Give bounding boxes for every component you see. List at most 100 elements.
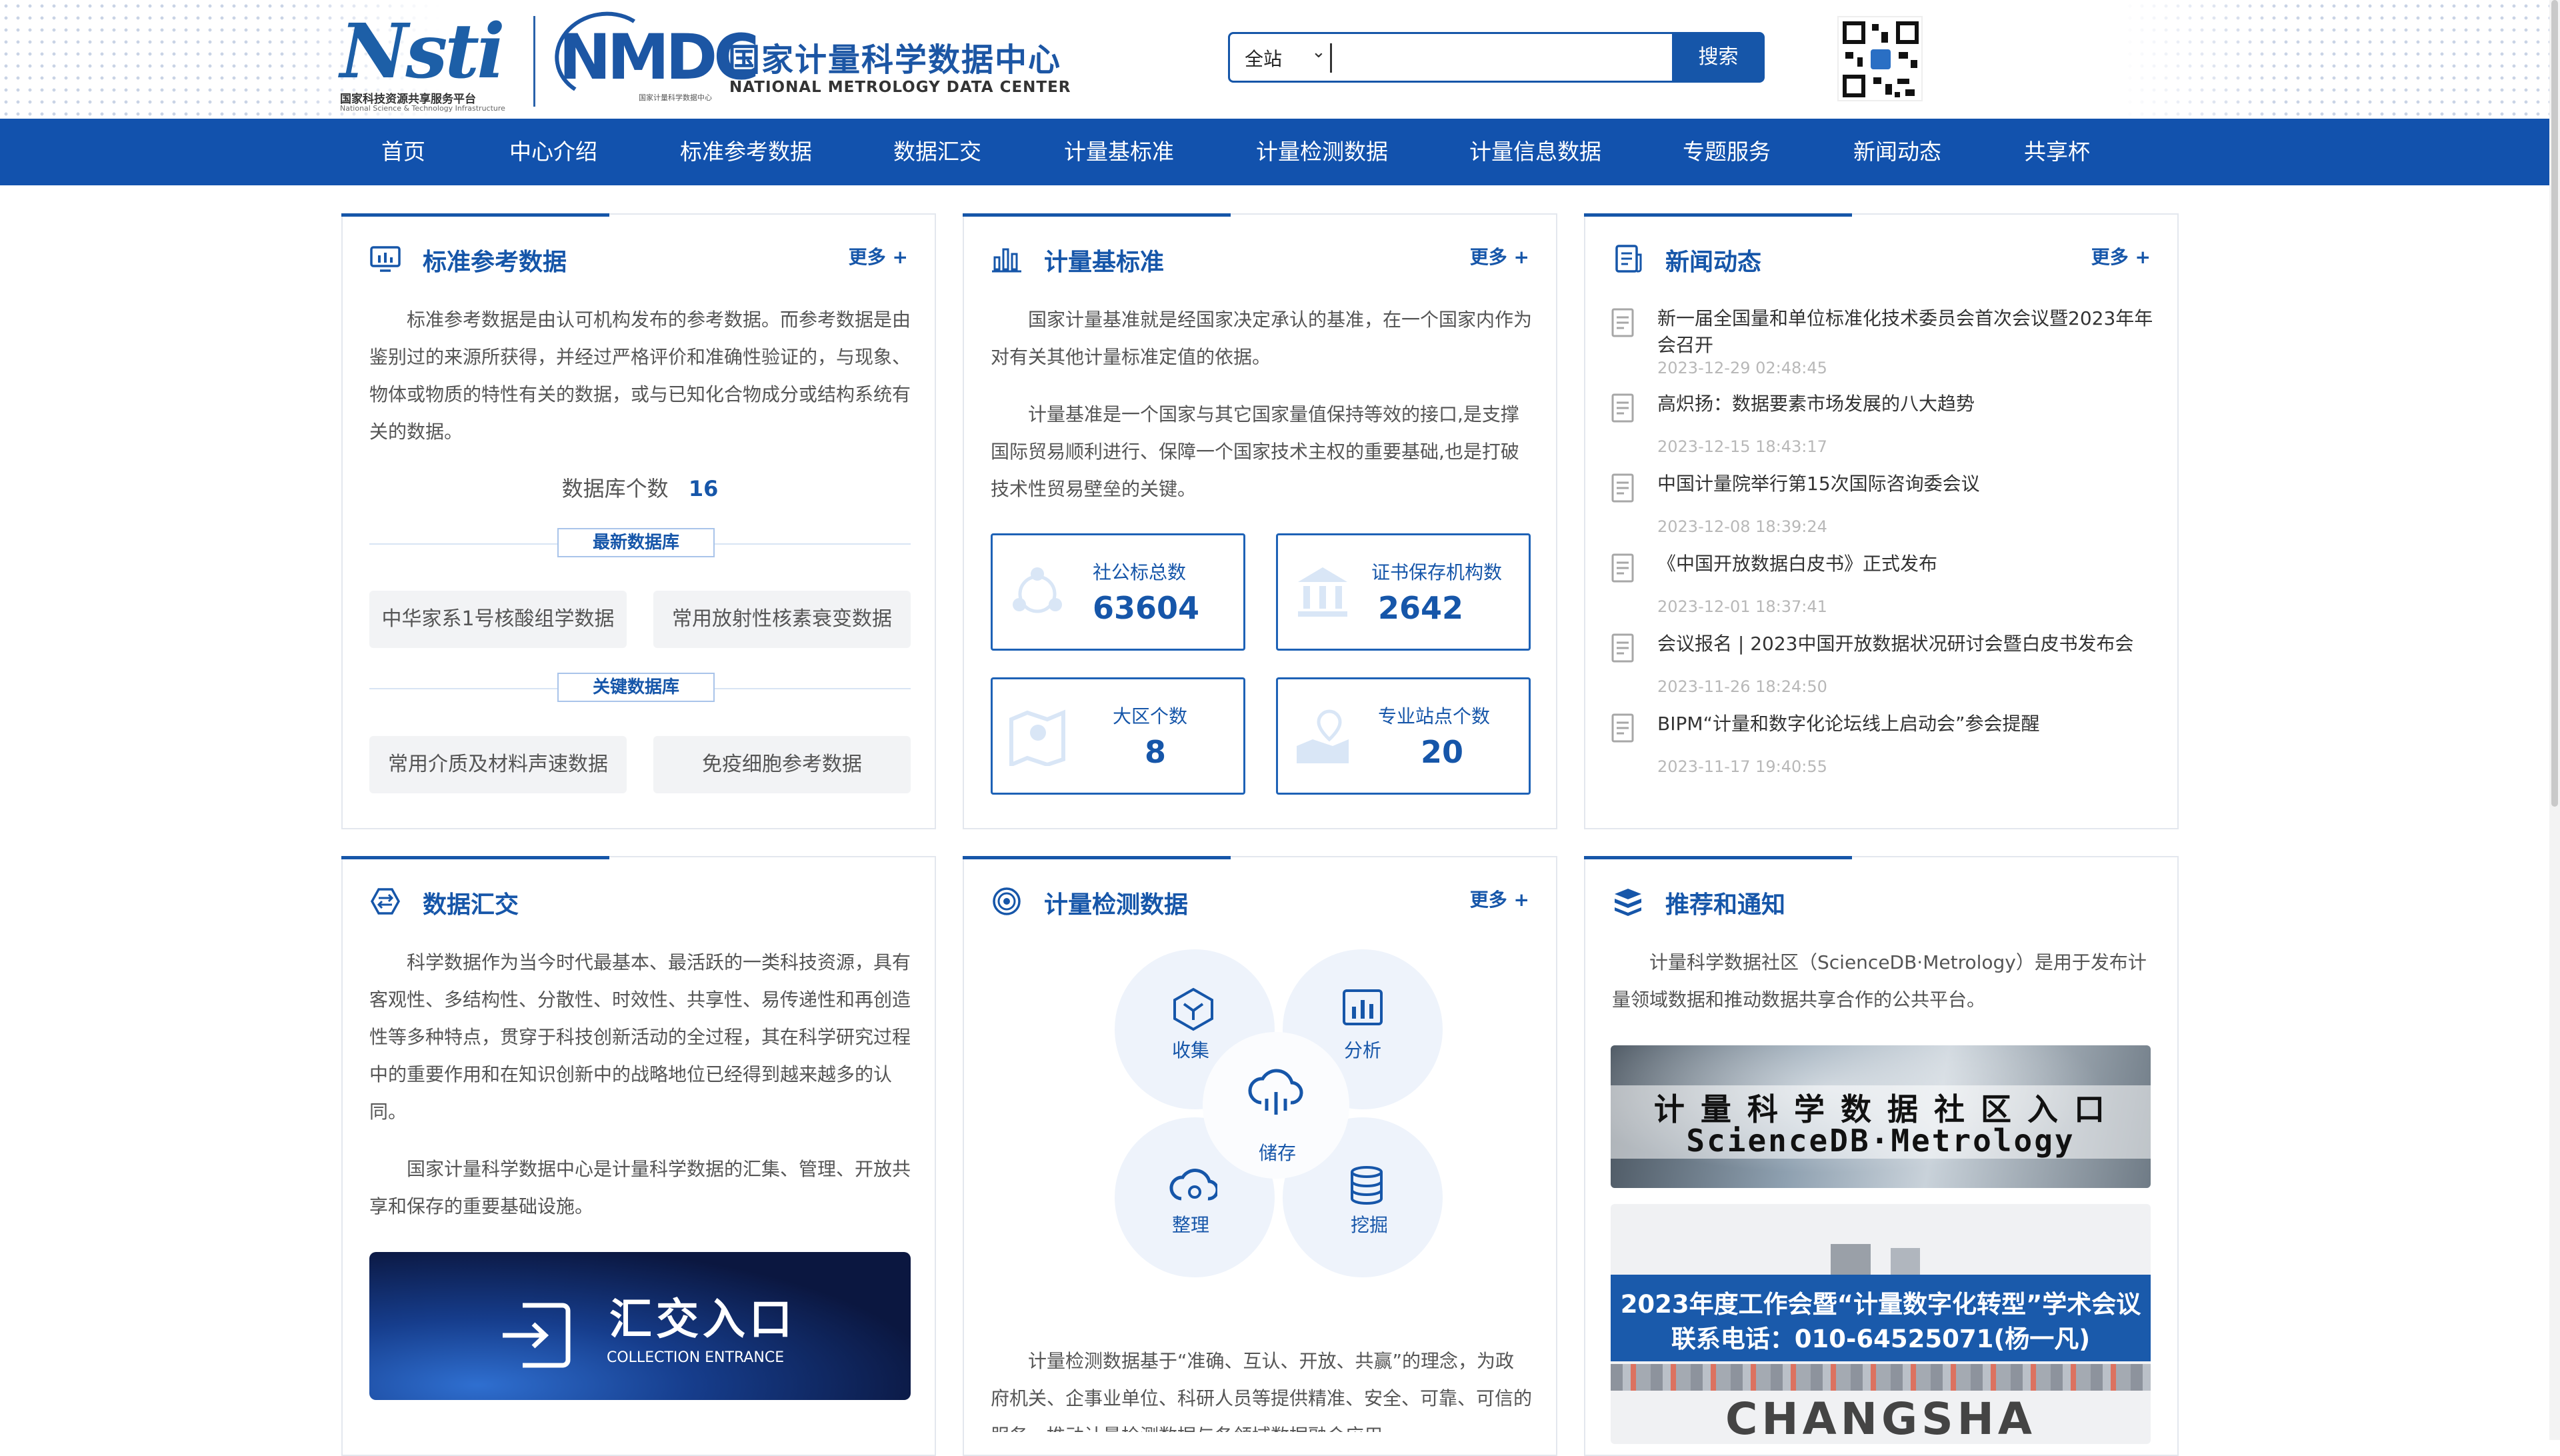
nav-item-news[interactable]: 新闻动态 bbox=[1853, 119, 1941, 185]
main-nav: 首页 中心介绍 标准参考数据 数据汇交 计量基标准 计量检测数据 计量信息数据 … bbox=[0, 119, 2560, 185]
target-icon bbox=[993, 887, 1021, 915]
location-map-icon bbox=[1297, 709, 1349, 763]
article-icon bbox=[1611, 308, 1634, 337]
conference-city: CHANGSHA bbox=[1725, 1393, 2036, 1444]
nav-item-home[interactable]: 首页 bbox=[381, 119, 425, 185]
panel-description-2: 国家计量科学数据中心是计量科学数据的汇集、管理、开放共享和保存的重要基础设施。 bbox=[369, 1158, 911, 1217]
panel-title: 计量基标准 bbox=[1044, 249, 1165, 276]
nmdc-logo-mark: NMDC bbox=[559, 21, 759, 94]
article-icon bbox=[1611, 553, 1634, 583]
process-label: 分析 bbox=[1344, 1039, 1382, 1061]
news-title[interactable]: 高炽扬：数据要素市场发展的八大趋势 bbox=[1657, 391, 2164, 417]
cloud-storage-icon bbox=[1248, 1069, 1303, 1115]
stat-card[interactable]: 专业站点个数 20 bbox=[1276, 677, 1531, 795]
news-title[interactable]: 会议报名 | 2023中国开放数据状况研讨会暨白皮书发布会 bbox=[1657, 631, 2164, 657]
db-button[interactable]: 免疫细胞参考数据 bbox=[653, 736, 911, 793]
panel-accent-line bbox=[341, 213, 609, 217]
news-date: 2023-11-26 18:24:50 bbox=[1657, 677, 1827, 696]
article-icon bbox=[1611, 393, 1634, 423]
panel-recommendations: 推荐和通知 计量科学数据社区（ScienceDB·Metrology）是用于发布… bbox=[1584, 856, 2179, 1456]
scrollbar-thumb[interactable] bbox=[2551, 0, 2558, 807]
center-name: 国家计量科学数据中心 bbox=[728, 41, 1062, 79]
collection-entrance-banner[interactable]: 汇交入口 COLLECTION ENTRANCE bbox=[369, 1252, 911, 1400]
nmdc-logo-tiny: 国家计量科学数据中心 bbox=[639, 93, 712, 102]
process-label: 挖掘 bbox=[1351, 1214, 1389, 1236]
news-date: 2023-12-01 18:37:41 bbox=[1657, 597, 1827, 616]
nav-item-about[interactable]: 中心介绍 bbox=[509, 119, 597, 185]
search-box: 全站 ⌄ 搜索 bbox=[1228, 32, 1765, 83]
entry-title: 汇交入口 bbox=[609, 1295, 796, 1345]
document-icon bbox=[1615, 245, 1642, 273]
news-title[interactable]: 中国计量院举行第15次国际咨询委会议 bbox=[1657, 471, 2164, 497]
panel-measurement-testing: 计量检测数据 更多 + 收集 分析 储存 整理 挖掘 计量检测数据基于“准确、互… bbox=[963, 856, 1557, 1456]
stat-card[interactable]: 大区个数 8 bbox=[991, 677, 1245, 795]
conference-title: 2023年度工作会暨“计量数字化转型”学术会议 bbox=[1620, 1290, 2141, 1319]
search-button[interactable]: 搜索 bbox=[1672, 32, 1765, 83]
nav-item-special-services[interactable]: 专题服务 bbox=[1683, 119, 1771, 185]
stat-card[interactable]: 证书保存机构数 2642 bbox=[1276, 533, 1531, 651]
more-link[interactable]: 更多 + bbox=[2091, 243, 2151, 269]
nav-item-measurement-standards[interactable]: 计量基标准 bbox=[1064, 119, 1174, 185]
conference-phone: 联系电话：010-64525071(杨一凡) bbox=[1671, 1325, 2091, 1353]
article-icon bbox=[1611, 633, 1634, 663]
login-arrow-icon bbox=[503, 1303, 571, 1368]
analysis-icon bbox=[1343, 989, 1383, 1025]
db-button[interactable]: 常用放射性核素衰变数据 bbox=[653, 591, 911, 648]
collect-icon bbox=[1173, 987, 1213, 1031]
panel-standard-reference: 标准参考数据 更多 + 标准参考数据是由认可机构发布的参考数据。而参考数据是由鉴… bbox=[341, 213, 936, 829]
city-illustration bbox=[1611, 1364, 2151, 1391]
more-link[interactable]: 更多 + bbox=[1470, 885, 1529, 912]
stat-label: 专业站点个数 bbox=[1378, 705, 1491, 727]
site-header: Nsti 国家科技资源共享服务平台 National Science & Tec… bbox=[0, 0, 2560, 119]
process-label: 收集 bbox=[1172, 1039, 1210, 1061]
more-link[interactable]: 更多 + bbox=[849, 243, 908, 269]
article-icon bbox=[1611, 473, 1634, 503]
layers-icon bbox=[1615, 889, 1641, 916]
nsti-logo[interactable]: Nsti 国家科技资源共享服务平台 National Science & Tec… bbox=[340, 8, 520, 113]
news-title[interactable]: BIPM“计量和数字化论坛线上启动会”参会提醒 bbox=[1657, 711, 2164, 737]
stat-value: 63604 bbox=[1093, 590, 1200, 626]
panel-title: 标准参考数据 bbox=[423, 249, 567, 276]
skyline-building bbox=[1831, 1244, 1871, 1275]
chevron-down-icon: ⌄ bbox=[1311, 42, 1326, 62]
latest-db-label: 最新数据库 bbox=[557, 528, 715, 557]
qr-code bbox=[1837, 16, 1923, 101]
db-count: 数据库个数 16 bbox=[343, 472, 937, 503]
stat-value: 20 bbox=[1421, 734, 1464, 770]
panel-measurement-standards: 计量基标准 更多 + 国家计量基准就是经国家决定承认的基准，在一个国家内作为对有… bbox=[963, 213, 1557, 829]
news-date: 2023-11-17 19:40:55 bbox=[1657, 757, 1827, 776]
article-icon bbox=[1611, 713, 1634, 743]
stat-value: 2642 bbox=[1378, 590, 1464, 626]
news-title[interactable]: 新一届全国量和单位标准化技术委员会首次会议暨2023年年会召开 bbox=[1657, 305, 2164, 359]
sciencedb-banner[interactable]: 计 量 科 学 数 据 社 区 入 口 ScienceDB·Metrology bbox=[1611, 1045, 2151, 1188]
institution-icon bbox=[1298, 567, 1347, 617]
search-input[interactable] bbox=[1330, 43, 1332, 73]
panel-accent-line bbox=[1584, 856, 1852, 859]
panel-accent-line bbox=[341, 856, 609, 859]
logo-divider bbox=[533, 16, 535, 107]
panel-title: 数据汇交 bbox=[423, 891, 519, 919]
nsti-logo-mark: Nsti bbox=[340, 8, 505, 95]
entry-subtitle: COLLECTION ENTRANCE bbox=[607, 1349, 785, 1366]
conference-banner[interactable]: 2023年度工作会暨“计量数字化转型”学术会议 联系电话：010-6452507… bbox=[1611, 1204, 2151, 1444]
search-scope-select[interactable]: 全站 ⌄ bbox=[1245, 42, 1326, 71]
panel-accent-line bbox=[963, 213, 1231, 217]
data-exchange-icon bbox=[370, 888, 401, 915]
more-link[interactable]: 更多 + bbox=[1470, 243, 1529, 269]
panel-description: 计量检测数据基于“准确、互认、开放、共赢”的理念，为政府机关、企事业单位、科研人… bbox=[991, 1350, 1532, 1432]
nav-item-data-submission[interactable]: 数据汇交 bbox=[893, 119, 981, 185]
nav-item-measurement-testing[interactable]: 计量检测数据 bbox=[1256, 119, 1388, 185]
nav-item-measurement-info[interactable]: 计量信息数据 bbox=[1469, 119, 1601, 185]
stat-card[interactable]: 社公标总数 63604 bbox=[991, 533, 1245, 651]
key-db-label: 关键数据库 bbox=[557, 673, 715, 702]
db-button[interactable]: 常用介质及材料声速数据 bbox=[369, 736, 627, 793]
panel-description-2: 计量基准是一个国家与其它国家量值保持等效的接口,是支撑国际贸易顺利进行、保障一个… bbox=[991, 403, 1519, 500]
news-title[interactable]: 《中国开放数据白皮书》正式发布 bbox=[1657, 551, 2164, 577]
process-label: 储存 bbox=[1259, 1142, 1297, 1164]
nav-item-sharing-cup[interactable]: 共享杯 bbox=[2024, 119, 2090, 185]
process-label: 整理 bbox=[1172, 1214, 1210, 1236]
db-button[interactable]: 中华家系1号核酸组学数据 bbox=[369, 591, 627, 648]
page-scrollbar[interactable] bbox=[2549, 0, 2560, 1440]
nav-item-standard-reference[interactable]: 标准参考数据 bbox=[680, 119, 812, 185]
nmdc-logo[interactable]: NMDC 国家计量科学数据中心 bbox=[547, 3, 759, 107]
